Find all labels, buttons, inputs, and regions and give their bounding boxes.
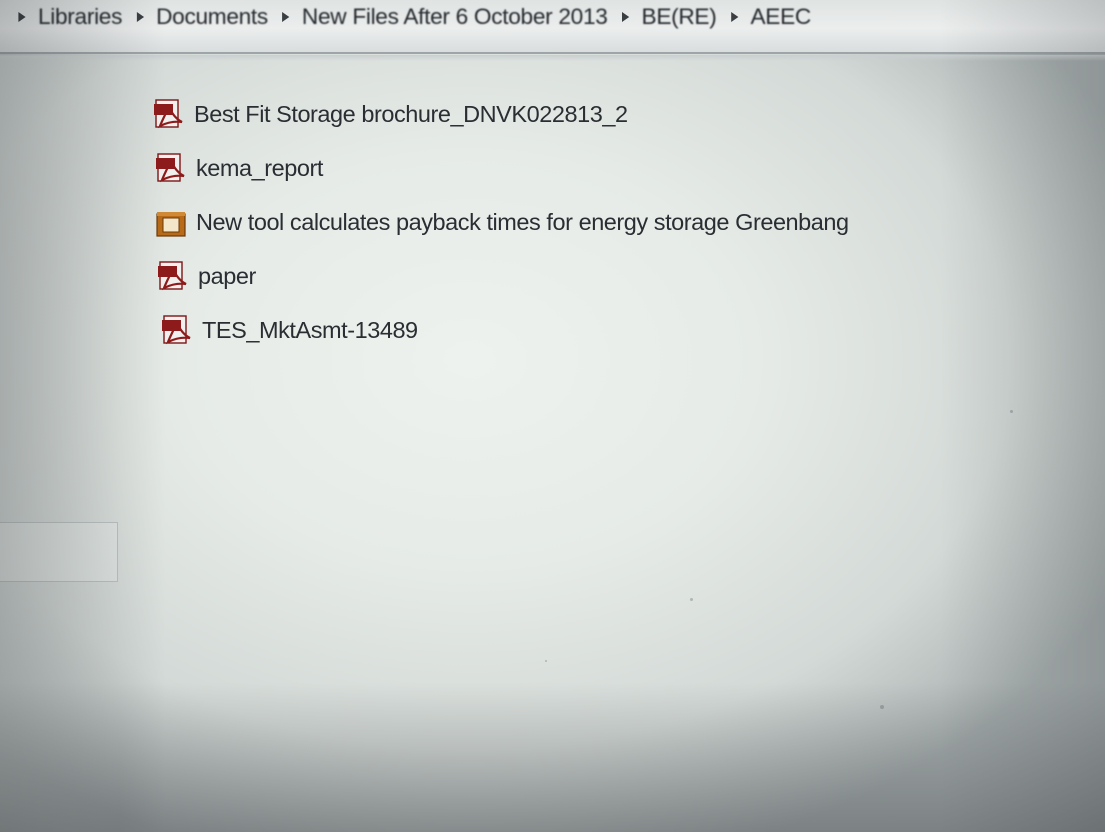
navigation-pane[interactable] <box>0 56 120 832</box>
breadcrumb-arrow-icon[interactable] <box>136 12 144 22</box>
file-item[interactable]: TES_MktAsmt-13489 <box>160 310 418 350</box>
dust-speck <box>545 660 547 662</box>
breadcrumb-arrow-icon[interactable] <box>621 12 630 22</box>
breadcrumb-arrow-icon[interactable] <box>282 12 290 22</box>
file-name[interactable]: New tool calculates payback times for en… <box>196 209 849 236</box>
archive-icon <box>154 206 194 238</box>
breadcrumb-arrow-icon[interactable] <box>18 12 26 22</box>
pdf-icon <box>154 152 194 184</box>
file-name[interactable]: Best Fit Storage brochure_DNVK022813_2 <box>194 101 628 128</box>
file-item[interactable]: New tool calculates payback times for en… <box>154 202 849 242</box>
file-item[interactable]: paper <box>156 256 256 296</box>
pdf-icon <box>160 314 200 346</box>
explorer-window: Libraries Documents New Files After 6 Oc… <box>0 0 1105 832</box>
breadcrumb-item-be-re[interactable]: BE(RE) <box>642 4 717 30</box>
navigation-pane-item[interactable] <box>0 522 118 582</box>
pdf-icon-graphic <box>158 261 187 291</box>
pdf-icon-graphic <box>162 315 191 345</box>
breadcrumb: Libraries Documents New Files After 6 Oc… <box>4 2 811 32</box>
file-item[interactable]: kema_report <box>154 148 323 188</box>
pdf-icon-graphic <box>154 99 183 129</box>
file-name[interactable]: paper <box>198 263 256 290</box>
pdf-icon-graphic <box>156 153 185 183</box>
file-name[interactable]: TES_MktAsmt-13489 <box>202 317 418 344</box>
dust-speck <box>880 705 884 709</box>
address-bar[interactable]: Libraries Documents New Files After 6 Oc… <box>0 0 1105 61</box>
pdf-icon <box>156 260 196 292</box>
breadcrumb-item-aeec[interactable]: AEEC <box>750 4 811 30</box>
file-item[interactable]: Best Fit Storage brochure_DNVK022813_2 <box>152 94 628 134</box>
breadcrumb-item-libraries[interactable]: Libraries <box>38 4 122 30</box>
breadcrumb-item-new-files[interactable]: New Files After 6 October 2013 <box>302 4 608 30</box>
dust-speck <box>690 598 693 601</box>
breadcrumb-item-documents[interactable]: Documents <box>156 4 268 30</box>
dust-speck <box>1010 410 1013 413</box>
divider <box>0 55 1105 61</box>
archive-icon-graphic <box>156 212 186 237</box>
breadcrumb-arrow-icon[interactable] <box>730 12 739 22</box>
file-name[interactable]: kema_report <box>196 155 323 182</box>
pdf-icon <box>152 98 192 130</box>
